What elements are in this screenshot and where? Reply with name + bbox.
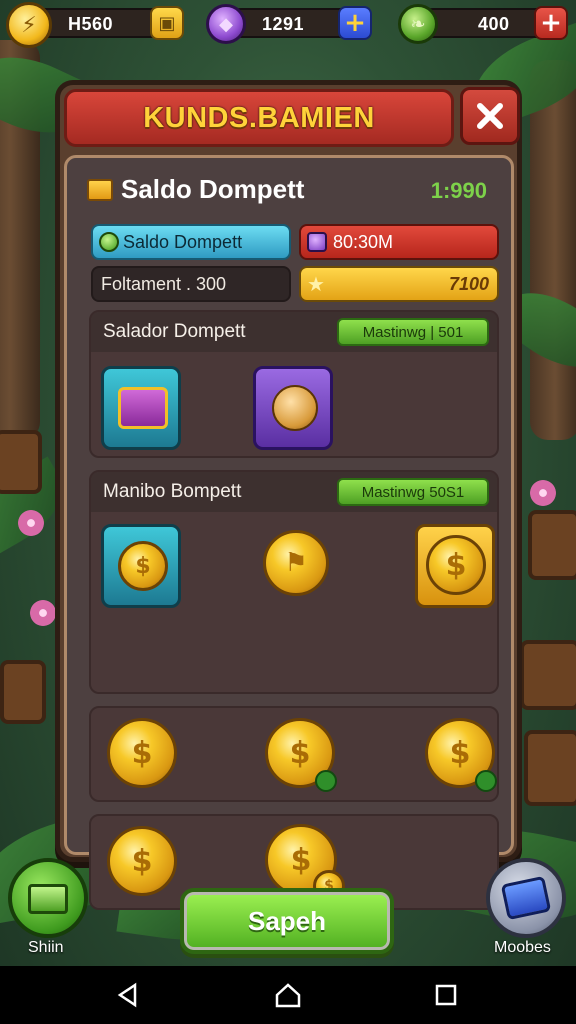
save-button-label: Sapeh bbox=[247, 905, 327, 936]
treasure-chest-icon bbox=[118, 387, 168, 429]
shop-label: Shiin bbox=[28, 939, 64, 956]
purple-gem-icon: ◆ bbox=[206, 4, 246, 44]
recents-icon bbox=[435, 984, 457, 1006]
gems-plus-button[interactable]: + bbox=[338, 6, 372, 40]
reward-section-2-title: Manibo Bompett bbox=[103, 481, 242, 502]
coin-row-1: $ $ $ bbox=[89, 706, 499, 802]
resource-gems-value: 1291 bbox=[262, 14, 305, 34]
wallet-dark-pill-label: Foltament . 300 bbox=[101, 273, 227, 294]
coin-emblem-item[interactable]: ⚑ bbox=[263, 530, 329, 596]
resource-energy-value: 400 bbox=[478, 14, 510, 34]
nav-recents-button[interactable] bbox=[428, 980, 464, 1010]
wallet-header: Saldo Dompett bbox=[87, 174, 304, 205]
purple-gem-small-icon bbox=[307, 232, 327, 252]
energy-plus-button[interactable]: + bbox=[534, 6, 568, 40]
back-icon bbox=[117, 982, 137, 1008]
save-button[interactable]: Sapeh bbox=[180, 888, 394, 954]
reward-section-1-badge-label: Mastinwg | 501 bbox=[362, 323, 464, 341]
system-nav-bar bbox=[0, 966, 576, 1024]
wallet-red-pill[interactable]: 80:30M bbox=[299, 224, 499, 260]
reward-section-2-badge-label: Mastinwg 50S1 bbox=[361, 483, 465, 501]
coin-bundle-icon[interactable]: $ bbox=[107, 826, 177, 896]
reward-section-2-badge[interactable]: Mastinwg 50S1 bbox=[337, 478, 489, 506]
treasure-chest-item[interactable] bbox=[101, 366, 181, 450]
wallet-blue-pill-label: Saldo Dompett bbox=[123, 231, 243, 252]
wallet-panel: KUNDS.BAMIEN Saldo Dompett 1:990 Saldo D… bbox=[55, 80, 522, 910]
wallet-yellow-pill-label: 7100 bbox=[448, 273, 489, 294]
modes-label: Moobes bbox=[494, 939, 551, 956]
resource-coins-value: H560 bbox=[68, 14, 114, 34]
star-icon: ★ bbox=[307, 273, 325, 296]
reward-section-2: Manibo Bompett Mastinwg 50S1 $ ⚑ $ bbox=[89, 470, 499, 694]
green-gem-icon bbox=[99, 232, 119, 252]
pet-hamster-item[interactable] bbox=[253, 366, 333, 450]
coin-stack-icon: $ bbox=[118, 541, 168, 591]
coin-bonus-icon bbox=[315, 770, 337, 792]
lightning-coin-icon: ⚡ bbox=[6, 2, 52, 48]
coin-add-icon[interactable]: ▣ bbox=[150, 6, 184, 40]
home-icon bbox=[275, 983, 301, 1008]
reward-section-2-header: Manibo Bompett Mastinwg 50S1 bbox=[91, 472, 497, 512]
nav-back-button[interactable] bbox=[110, 980, 146, 1010]
green-leaf-icon: ❧ bbox=[398, 4, 438, 44]
wallet-value: 1:990 bbox=[430, 178, 487, 203]
panel-title-bar: KUNDS.BAMIEN bbox=[64, 89, 454, 147]
wallet-blue-pill[interactable]: Saldo Dompett bbox=[91, 224, 291, 260]
close-button[interactable] bbox=[460, 87, 520, 145]
close-icon bbox=[477, 103, 503, 129]
gold-coin-card-item[interactable]: $ bbox=[415, 524, 495, 608]
wallet-red-pill-label: 80:30M bbox=[333, 231, 394, 252]
shop-cart-icon bbox=[28, 884, 68, 914]
nav-home-button[interactable] bbox=[270, 980, 306, 1010]
dollar-coin-icon: $ bbox=[426, 535, 486, 595]
hamster-icon bbox=[272, 385, 318, 431]
wallet-label: Saldo Dompett bbox=[121, 174, 305, 204]
reward-section-1-badge[interactable]: Mastinwg | 501 bbox=[337, 318, 489, 346]
wallet-dark-pill: Foltament . 300 bbox=[91, 266, 291, 302]
reward-section-1-header: Salador Dompett Mastinwg | 501 bbox=[91, 312, 497, 352]
modes-button[interactable] bbox=[486, 858, 566, 938]
wallet-icon bbox=[87, 178, 113, 201]
reward-section-1: Salador Dompett Mastinwg | 501 bbox=[89, 310, 499, 458]
panel-title: KUNDS.BAMIEN bbox=[143, 101, 375, 134]
panel-content: Saldo Dompett 1:990 Saldo Dompett Foltam… bbox=[64, 155, 514, 910]
reward-section-1-title: Salador Dompett bbox=[103, 321, 246, 342]
resource-bar: H560 ⚡ ▣ 1291 ◆ + 400 ❧ + bbox=[0, 0, 576, 48]
hat-icon bbox=[500, 875, 552, 921]
shop-button[interactable] bbox=[8, 858, 88, 938]
coin-bonus-icon bbox=[475, 770, 497, 792]
coin-stack-item[interactable]: $ bbox=[101, 524, 181, 608]
wallet-yellow-pill[interactable]: ★ 7100 bbox=[299, 266, 499, 302]
coin-bundle-icon[interactable]: $ bbox=[107, 718, 177, 788]
